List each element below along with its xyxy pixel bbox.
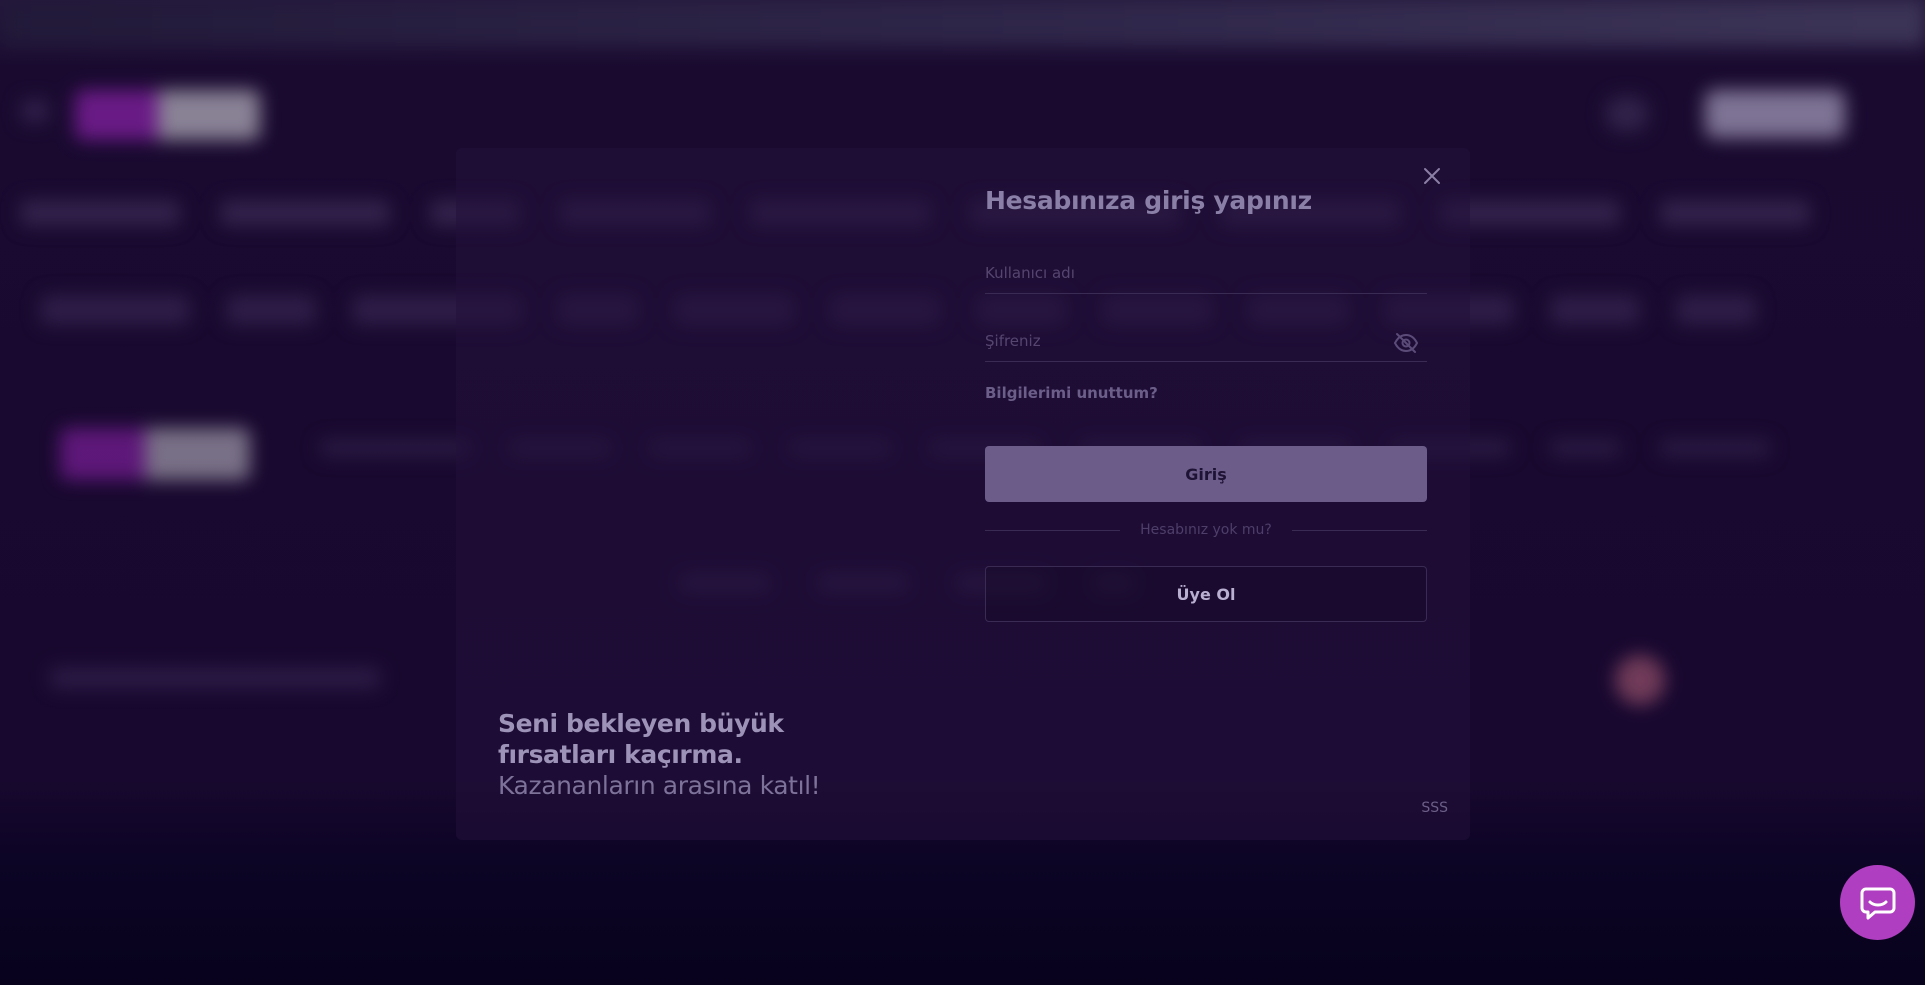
username-field bbox=[985, 252, 1427, 294]
password-visibility-toggle[interactable] bbox=[1393, 332, 1419, 354]
username-input[interactable] bbox=[985, 252, 1427, 293]
password-input[interactable] bbox=[985, 320, 1427, 361]
promo-headline: Seni bekleyen büyük fırsatları kaçırma. bbox=[498, 709, 784, 769]
close-icon bbox=[1424, 168, 1440, 184]
page: Hesabınıza giriş yapınız Bilgilerimi unu… bbox=[0, 0, 1925, 985]
no-account-divider: Hesabınız yok mu? bbox=[985, 520, 1428, 540]
no-account-label: Hesabınız yok mu? bbox=[1140, 522, 1272, 538]
promo-subline: Kazananların arasına katıl! bbox=[498, 771, 821, 800]
login-title: Hesabınıza giriş yapınız bbox=[985, 186, 1312, 215]
login-submit-button[interactable]: Giriş bbox=[985, 446, 1427, 502]
live-chat-button[interactable] bbox=[1840, 865, 1915, 940]
promo-text: Seni bekleyen büyük fırsatları kaçırma. … bbox=[498, 708, 898, 802]
login-modal: Hesabınıza giriş yapınız Bilgilerimi unu… bbox=[456, 148, 1470, 840]
chat-bubble-icon bbox=[1860, 887, 1895, 919]
faq-link[interactable]: SSS bbox=[1421, 800, 1448, 816]
forgot-password-link[interactable]: Bilgilerimi unuttum? bbox=[985, 384, 1158, 402]
password-field bbox=[985, 320, 1427, 362]
eye-off-icon bbox=[1393, 333, 1419, 353]
close-button[interactable] bbox=[1420, 164, 1444, 188]
divider-line bbox=[1291, 529, 1428, 531]
divider-line bbox=[985, 529, 1121, 531]
register-button[interactable]: Üye Ol bbox=[985, 566, 1427, 622]
